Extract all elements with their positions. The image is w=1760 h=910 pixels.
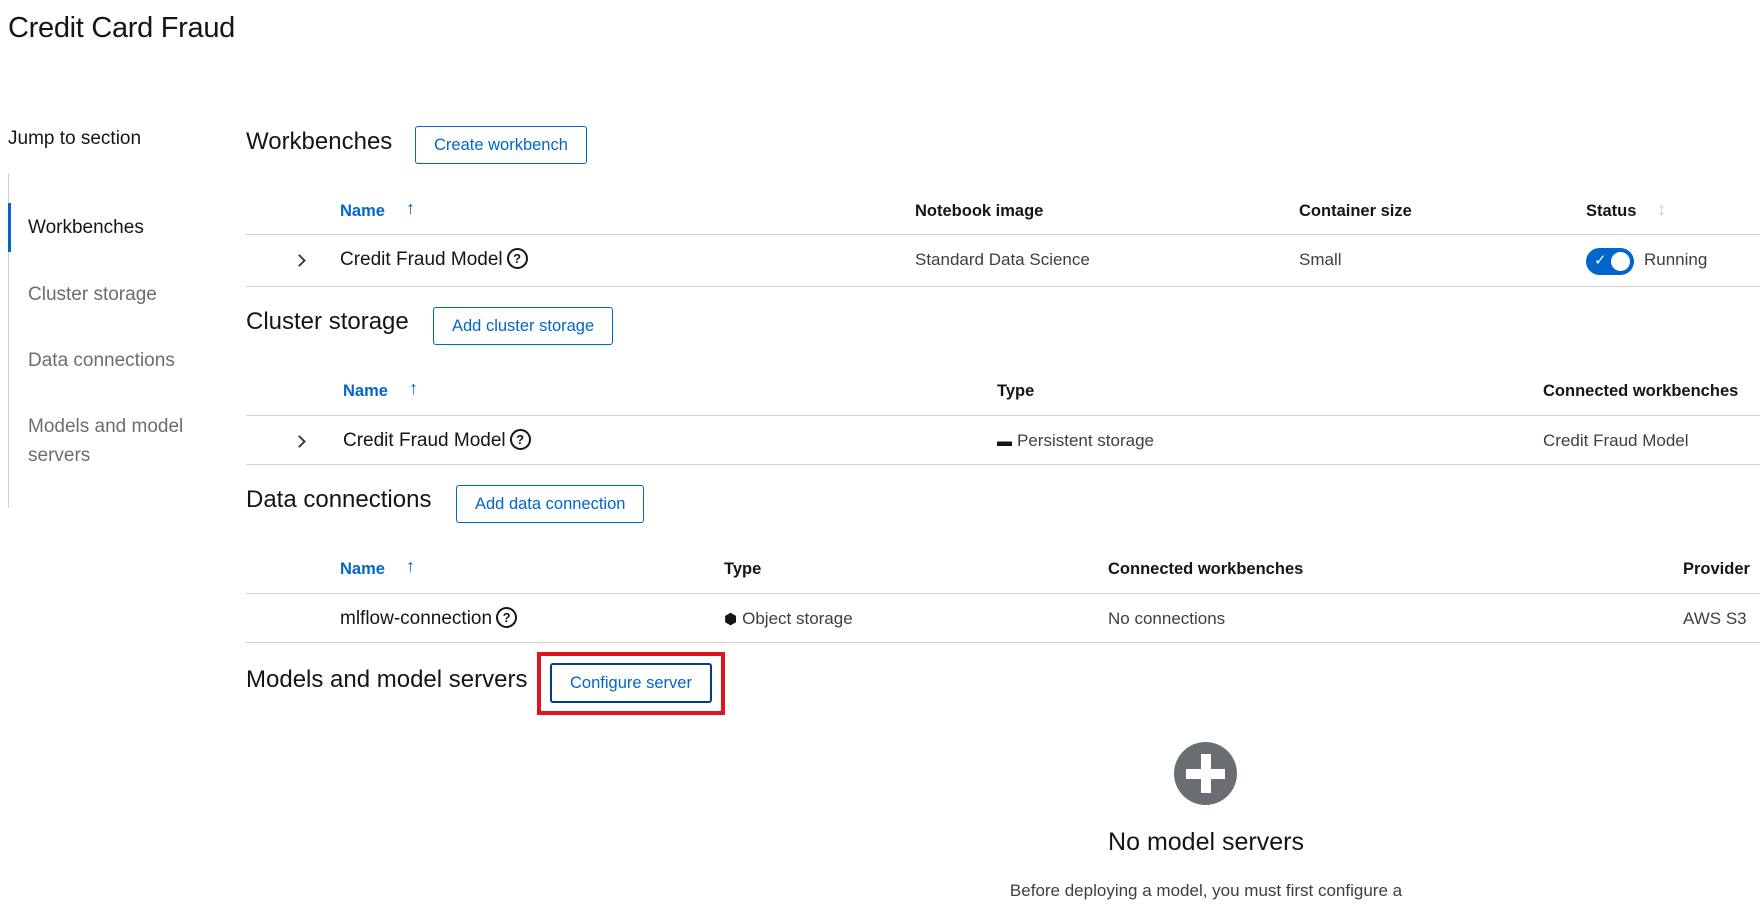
workbench-image: Standard Data Science xyxy=(915,250,1090,269)
add-cluster-storage-button[interactable]: Add cluster storage xyxy=(433,307,614,345)
expand-row-chevron-icon[interactable] xyxy=(294,254,306,266)
toggle-knob xyxy=(1611,252,1630,271)
highlight-box xyxy=(537,652,725,715)
workbenches-col-status[interactable]: Status xyxy=(1586,202,1636,221)
workbench-status-toggle[interactable]: ✓ xyxy=(1586,248,1634,275)
data-connection-name[interactable]: mlflow-connection? xyxy=(340,607,518,630)
jump-item-models[interactable]: Models and model servers xyxy=(9,412,218,470)
data-connections-col-name[interactable]: Name xyxy=(340,560,385,579)
sort-asc-icon[interactable]: ↑ xyxy=(406,556,415,577)
cluster-storage-name-text: Credit Fraud Model xyxy=(343,430,506,451)
jump-item-data-connections[interactable]: Data connections xyxy=(9,346,218,375)
cluster-storage-section-title: Cluster storage xyxy=(246,308,409,335)
divider xyxy=(246,642,1760,643)
data-connection-name-text: mlflow-connection xyxy=(340,608,493,629)
jump-item-cluster-storage[interactable]: Cluster storage xyxy=(9,280,218,309)
expand-row-chevron-icon[interactable] xyxy=(294,435,306,447)
data-connections-col-provider: Provider xyxy=(1683,560,1750,578)
data-connection-type: ⬢ Object storage xyxy=(724,609,853,629)
cluster-storage-name[interactable]: Credit Fraud Model? xyxy=(343,429,531,452)
data-connection-provider: AWS S3 xyxy=(1683,609,1747,628)
workbench-size: Small xyxy=(1299,250,1342,269)
divider xyxy=(246,234,1760,235)
sort-asc-icon[interactable]: ↑ xyxy=(409,378,418,399)
cluster-storage-col-connected: Connected workbenches xyxy=(1543,382,1739,400)
workbenches-col-name[interactable]: Name xyxy=(340,202,385,221)
add-circle-icon xyxy=(1174,742,1237,805)
workbenches-col-size: Container size xyxy=(1299,202,1412,220)
models-section-title: Models and model servers xyxy=(246,666,528,693)
jump-item-workbenches[interactable]: Workbenches xyxy=(8,203,218,252)
data-connection-type-text: Object storage xyxy=(742,609,853,628)
create-workbench-button[interactable]: Create workbench xyxy=(415,126,587,164)
divider xyxy=(246,286,1760,287)
data-connections-section-title: Data connections xyxy=(246,486,432,513)
empty-state-title: No model servers xyxy=(1108,828,1304,856)
sort-asc-icon[interactable]: ↑ xyxy=(406,198,415,219)
cluster-storage-type: ▬ Persistent storage xyxy=(997,431,1154,451)
page-title: Credit Card Fraud xyxy=(8,12,235,44)
workbench-name-text: Credit Fraud Model xyxy=(340,249,503,270)
jump-nav: Workbenches Cluster storage Data connect… xyxy=(8,173,209,508)
cluster-storage-connected: Credit Fraud Model xyxy=(1543,431,1689,450)
storage-drive-icon: ▬ xyxy=(997,433,1012,450)
divider xyxy=(246,464,1760,465)
workbench-name[interactable]: Credit Fraud Model? xyxy=(340,248,528,271)
help-icon[interactable]: ? xyxy=(506,248,528,269)
jump-to-section-label: Jump to section xyxy=(8,128,142,149)
help-icon[interactable]: ? xyxy=(496,607,518,628)
cluster-storage-col-name[interactable]: Name xyxy=(343,382,388,401)
divider xyxy=(246,593,1760,594)
sort-both-icon[interactable]: ↕ xyxy=(1657,199,1666,220)
add-data-connection-button[interactable]: Add data connection xyxy=(456,485,645,523)
cluster-storage-type-text: Persistent storage xyxy=(1017,431,1155,450)
workbenches-col-image: Notebook image xyxy=(915,202,1044,220)
data-connections-col-connected: Connected workbenches xyxy=(1108,560,1304,578)
data-connections-col-type: Type xyxy=(724,560,762,578)
workbenches-section-title: Workbenches xyxy=(246,128,393,155)
divider xyxy=(246,415,1760,416)
empty-state-body: Before deploying a model, you must first… xyxy=(1009,881,1403,900)
help-icon[interactable]: ? xyxy=(509,429,531,450)
workbench-status-text: Running xyxy=(1644,250,1708,269)
cube-icon: ⬢ xyxy=(724,611,738,628)
cluster-storage-col-type: Type xyxy=(997,382,1035,400)
check-icon: ✓ xyxy=(1594,252,1607,269)
data-connection-connected: No connections xyxy=(1108,609,1226,628)
